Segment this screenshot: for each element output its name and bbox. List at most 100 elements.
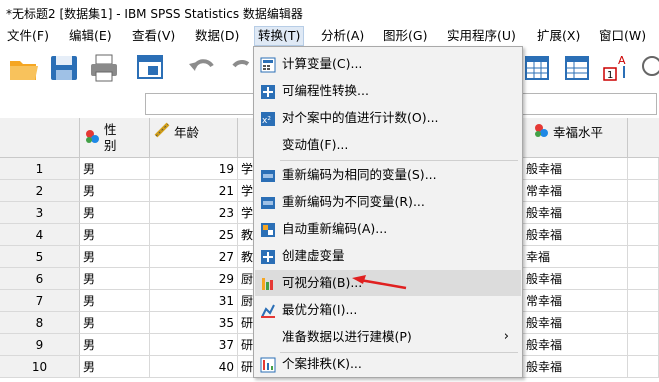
cell-happiness[interactable]: 幸福 bbox=[523, 246, 628, 268]
cell-empty[interactable] bbox=[628, 356, 659, 378]
nominal-variable-icon-2 bbox=[533, 122, 549, 141]
cell-gender[interactable]: 男 bbox=[80, 312, 150, 334]
row-number[interactable]: 4 bbox=[0, 224, 80, 246]
cell-happiness[interactable]: 般幸福 bbox=[523, 356, 628, 378]
value-labels-icon[interactable] bbox=[640, 52, 659, 84]
menu-item-optimal-binning[interactable]: 最优分箱(I)... bbox=[255, 297, 521, 323]
menu-data[interactable]: 数据(D) bbox=[192, 27, 242, 45]
cell-empty[interactable] bbox=[628, 312, 659, 334]
row-number[interactable]: 2 bbox=[0, 180, 80, 202]
cell-age[interactable]: 35 bbox=[150, 312, 238, 334]
window-title: *无标题2 [数据集1] - IBM SPSS Statistics 数据编辑器 bbox=[6, 7, 303, 21]
cell-gender[interactable]: 男 bbox=[80, 334, 150, 356]
menu-item-rank-cases[interactable]: 个案排秩(K)... bbox=[255, 351, 521, 377]
row-number[interactable]: 6 bbox=[0, 268, 80, 290]
cell-gender[interactable]: 男 bbox=[80, 202, 150, 224]
table-icon-2[interactable] bbox=[562, 52, 594, 84]
cell-empty[interactable] bbox=[628, 202, 659, 224]
cell-happiness[interactable]: 般幸福 bbox=[523, 202, 628, 224]
cell-gender[interactable]: 男 bbox=[80, 290, 150, 312]
row-number[interactable]: 9 bbox=[0, 334, 80, 356]
menu-item-count-values[interactable]: x² 对个案中的值进行计数(O)... bbox=[255, 105, 521, 131]
cell-empty[interactable] bbox=[628, 224, 659, 246]
menu-edit[interactable]: 编辑(E) bbox=[66, 27, 115, 45]
cell-happiness[interactable]: 般幸福 bbox=[523, 268, 628, 290]
cell-age[interactable]: 40 bbox=[150, 356, 238, 378]
cell-gender[interactable]: 男 bbox=[80, 180, 150, 202]
menu-separator bbox=[280, 160, 518, 161]
column-header-gender[interactable]: 性别 bbox=[80, 118, 150, 158]
cell-empty[interactable] bbox=[628, 290, 659, 312]
menu-graphs[interactable]: 图形(G) bbox=[380, 27, 430, 45]
cell-age[interactable]: 19 bbox=[150, 158, 238, 180]
cell-age[interactable]: 25 bbox=[150, 224, 238, 246]
menu-item-label: 重新编码为不同变量(R)... bbox=[282, 194, 425, 209]
column-header-age[interactable]: 年龄 bbox=[150, 118, 238, 158]
cell-gender[interactable]: 男 bbox=[80, 356, 150, 378]
menu-file[interactable]: 文件(F) bbox=[4, 27, 52, 45]
cell-happiness[interactable]: 般幸福 bbox=[523, 312, 628, 334]
print-icon[interactable] bbox=[88, 52, 120, 84]
menu-item-recode-same[interactable]: 重新编码为相同的变量(S)... bbox=[255, 162, 521, 188]
annotation-arrow-icon bbox=[352, 275, 407, 290]
menu-extensions[interactable]: 扩展(X) bbox=[534, 27, 583, 45]
cell-gender[interactable]: 男 bbox=[80, 268, 150, 290]
plus-icon bbox=[260, 248, 276, 264]
menu-item-shift-values[interactable]: 变动值(F)... bbox=[255, 132, 521, 158]
menu-item-label: 变动值(F)... bbox=[282, 137, 349, 152]
column-header-happiness[interactable]: 幸福水平 bbox=[523, 118, 628, 158]
menu-utilities[interactable]: 实用程序(U) bbox=[444, 27, 519, 45]
row-number[interactable]: 3 bbox=[0, 202, 80, 224]
open-folder-icon[interactable] bbox=[8, 52, 40, 84]
cell-age[interactable]: 21 bbox=[150, 180, 238, 202]
cell-gender[interactable]: 男 bbox=[80, 224, 150, 246]
visual-binning-icon bbox=[260, 275, 276, 291]
weight-cases-icon[interactable]: 1A bbox=[600, 52, 632, 84]
menu-item-recode-different[interactable]: 重新编码为不同变量(R)... bbox=[255, 189, 521, 215]
cell-happiness[interactable]: 般幸福 bbox=[523, 158, 628, 180]
menu-bar: 文件(F) 编辑(E) 查看(V) 数据(D) 转换(T) 分析(A) 图形(G… bbox=[0, 24, 659, 48]
cell-empty[interactable] bbox=[628, 180, 659, 202]
menu-window[interactable]: 窗口(W) bbox=[596, 27, 649, 45]
cell-happiness[interactable]: 般幸福 bbox=[523, 224, 628, 246]
menu-item-prepare-data-modeling[interactable]: 准备数据以进行建模(P) › bbox=[255, 324, 521, 350]
cell-age[interactable]: 27 bbox=[150, 246, 238, 268]
svg-text:x²: x² bbox=[262, 116, 271, 126]
table-icon[interactable] bbox=[522, 52, 554, 84]
cell-empty[interactable] bbox=[628, 268, 659, 290]
save-icon[interactable] bbox=[48, 52, 80, 84]
dialog-recall-icon[interactable] bbox=[134, 52, 166, 84]
menu-item-label: 最优分箱(I)... bbox=[282, 302, 358, 317]
menu-item-create-dummy[interactable]: 创建虚变量 bbox=[255, 243, 521, 269]
cell-happiness[interactable]: 常幸福 bbox=[523, 290, 628, 312]
row-number[interactable]: 8 bbox=[0, 312, 80, 334]
menu-item-label: 计算变量(C)... bbox=[282, 56, 363, 71]
row-number[interactable]: 7 bbox=[0, 290, 80, 312]
menu-transform[interactable]: 转换(T) bbox=[254, 26, 305, 46]
cell-empty[interactable] bbox=[628, 334, 659, 356]
column-label-age: 年龄 bbox=[174, 125, 200, 140]
cell-age[interactable]: 37 bbox=[150, 334, 238, 356]
cell-age[interactable]: 31 bbox=[150, 290, 238, 312]
cell-happiness[interactable]: 般幸福 bbox=[523, 334, 628, 356]
menu-view[interactable]: 查看(V) bbox=[129, 27, 178, 45]
menu-analyze[interactable]: 分析(A) bbox=[318, 27, 367, 45]
row-number[interactable]: 1 bbox=[0, 158, 80, 180]
menu-item-label: 个案排秩(K)... bbox=[282, 356, 362, 371]
undo-icon[interactable] bbox=[186, 52, 218, 84]
cell-gender[interactable]: 男 bbox=[80, 158, 150, 180]
cell-age[interactable]: 23 bbox=[150, 202, 238, 224]
nominal-variable-icon bbox=[84, 128, 100, 147]
cell-empty[interactable] bbox=[628, 158, 659, 180]
row-number[interactable]: 10 bbox=[0, 356, 80, 378]
menu-item-programmability-transform[interactable]: 可编程性转换... bbox=[255, 78, 521, 104]
cell-gender[interactable]: 男 bbox=[80, 246, 150, 268]
rank-cases-icon bbox=[260, 356, 276, 373]
menu-item-auto-recode[interactable]: 自动重新编码(A)... bbox=[255, 216, 521, 242]
cell-empty[interactable] bbox=[628, 246, 659, 268]
cell-happiness[interactable]: 常幸福 bbox=[523, 180, 628, 202]
cell-age[interactable]: 29 bbox=[150, 268, 238, 290]
row-number[interactable]: 5 bbox=[0, 246, 80, 268]
column-header-empty[interactable] bbox=[628, 118, 659, 158]
menu-item-compute-variable[interactable]: 计算变量(C)... bbox=[255, 51, 521, 77]
